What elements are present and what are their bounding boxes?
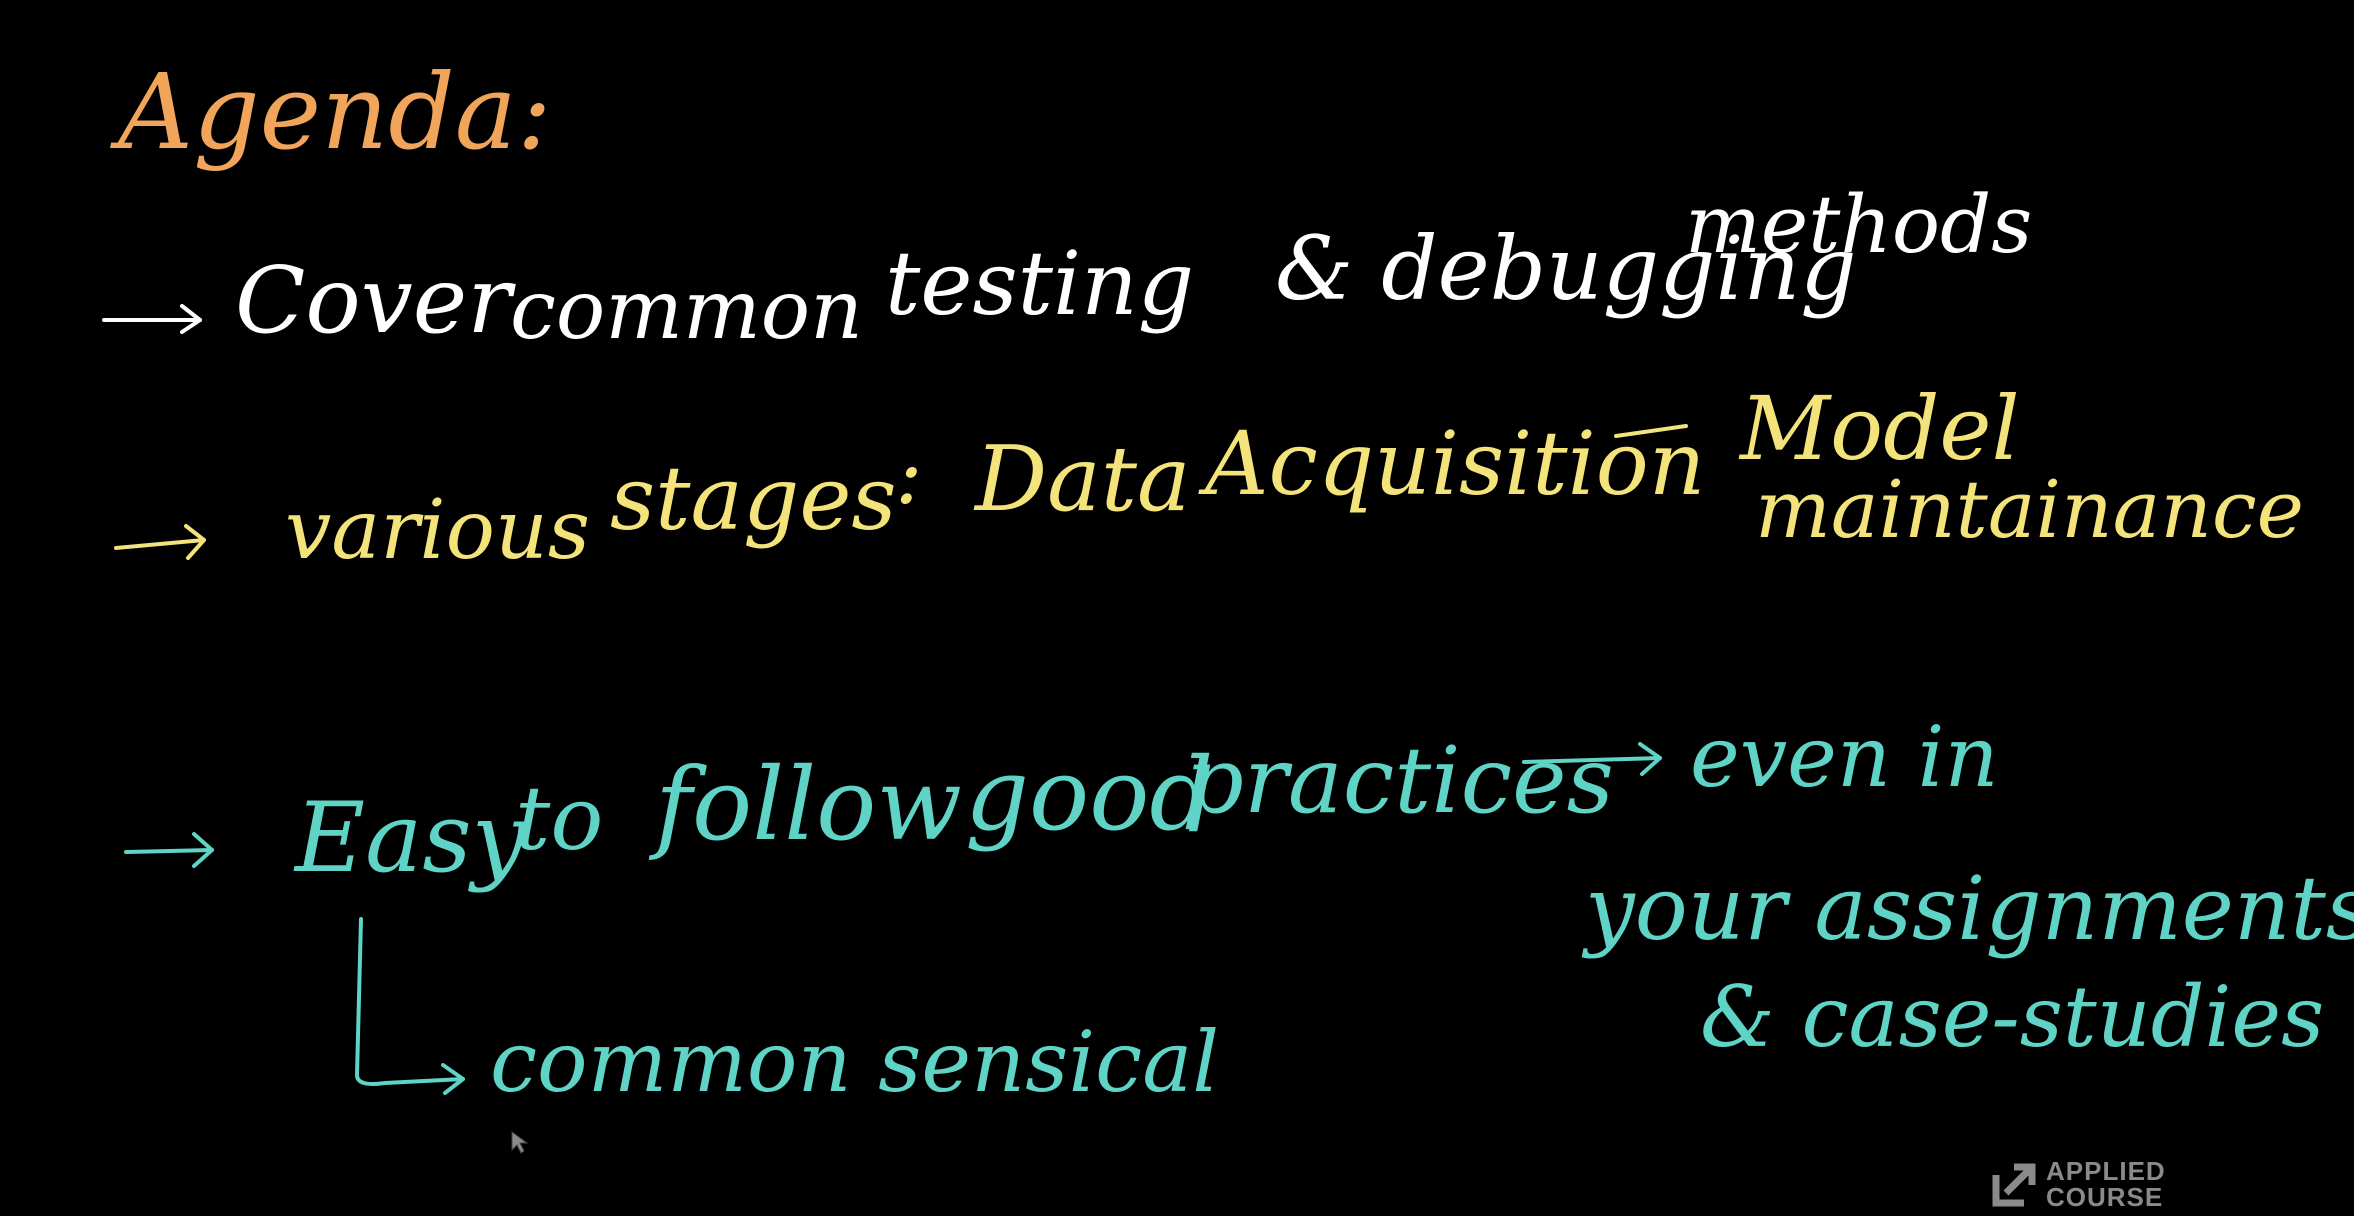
applied-course-watermark: APPLIED COURSE [1992,1158,2166,1210]
line2-arrow-icon [114,524,206,560]
line1-testing: testing [885,232,1195,335]
applied-course-logo-icon [1992,1163,2036,1207]
line2-various: various [285,483,590,578]
line1-arrow-icon [102,304,202,334]
line1-cover: Cover [235,247,512,354]
watermark-line1: APPLIED [2046,1156,2166,1186]
pointer-cursor-icon [511,1131,529,1154]
line3-common-sensical: common sensical [490,1013,1220,1111]
line2-maintainance: maintainance [1755,463,2304,556]
line3-case-studies: & case-studies [1700,968,2325,1066]
line2-dash-icon [1614,424,1688,438]
line1-methods: methods [1685,178,2033,271]
line3-good: good [965,736,1214,853]
watermark-line2: COURSE [2046,1182,2164,1212]
line3-your-assignments: your assignments [1585,857,2354,960]
line3-easy: Easy [295,782,526,894]
agenda-title: Agenda: [118,51,552,173]
line1-common: common [510,263,863,358]
line2-model: Model [1740,377,2020,480]
line3-even-in: even in [1690,708,1999,806]
line3-to: to [515,767,604,870]
whiteboard: Agenda: Cover common testing & debugging… [0,0,2354,1216]
line3-arrow-icon [124,832,214,868]
line3-right-arrow-icon [1522,742,1662,776]
line2-stages: stages [610,447,897,550]
line2-colon: : [895,428,923,523]
line3-follow: follow [655,746,962,863]
line2-data: Data [975,427,1191,532]
line3-elbow-arrow-icon [355,917,465,1095]
